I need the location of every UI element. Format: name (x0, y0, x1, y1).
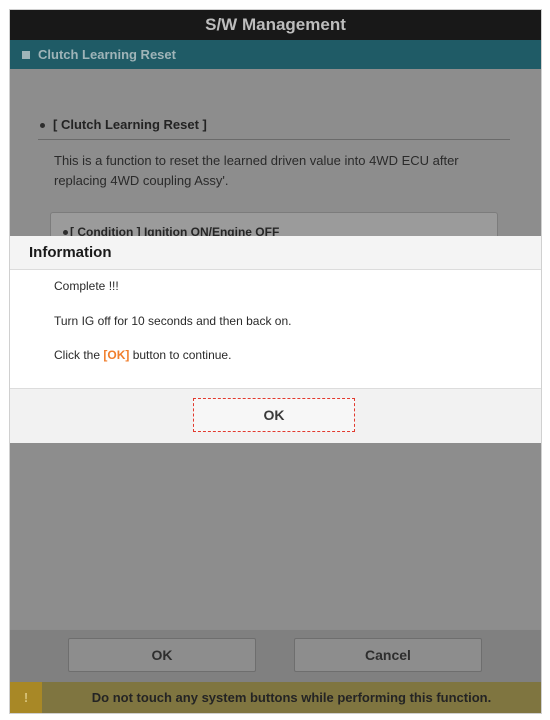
section-title: [ Clutch Learning Reset ] (38, 117, 510, 140)
bullet-icon (63, 229, 68, 235)
dialog-header: Information (10, 236, 541, 270)
dialog-message-complete: Complete !!! (54, 279, 119, 293)
cancel-button[interactable]: Cancel (294, 638, 482, 672)
section-title-text: [ Clutch Learning Reset ] (53, 117, 207, 132)
dialog-title: Information (29, 244, 112, 261)
function-title: Clutch Learning Reset (38, 47, 176, 62)
ok-highlight: [OK] (103, 348, 130, 362)
section-description: This is a function to reset the learned … (54, 153, 459, 188)
title-bar: S/W Management (10, 10, 541, 40)
bullet-icon (40, 123, 45, 128)
warning-icon: ! (10, 682, 42, 713)
dialog-message-instruction: Turn IG off for 10 seconds and then back… (54, 314, 292, 328)
warning-text: Do not touch any system buttons while pe… (91, 690, 492, 705)
square-bullet-icon (22, 50, 30, 59)
dialog-message-prefix: Click the (54, 348, 104, 362)
dialog-footer: OK (10, 388, 541, 443)
warning-bar: ! Do not touch any system buttons while … (10, 682, 541, 713)
information-dialog: Information Complete !!! Turn IG off for… (10, 236, 541, 443)
dialog-message-continue: Click the [OK] button to continue. (54, 348, 231, 362)
app-window: S/W Management Clutch Learning Reset [ C… (10, 10, 541, 713)
ok-button[interactable]: OK (68, 638, 256, 672)
dialog-ok-button[interactable]: OK (193, 398, 355, 432)
window-title: S/W Management (205, 15, 346, 34)
dialog-message-suffix: button to continue. (129, 348, 232, 362)
function-header: Clutch Learning Reset (10, 40, 541, 69)
bottom-button-bar: OK Cancel (10, 629, 541, 683)
